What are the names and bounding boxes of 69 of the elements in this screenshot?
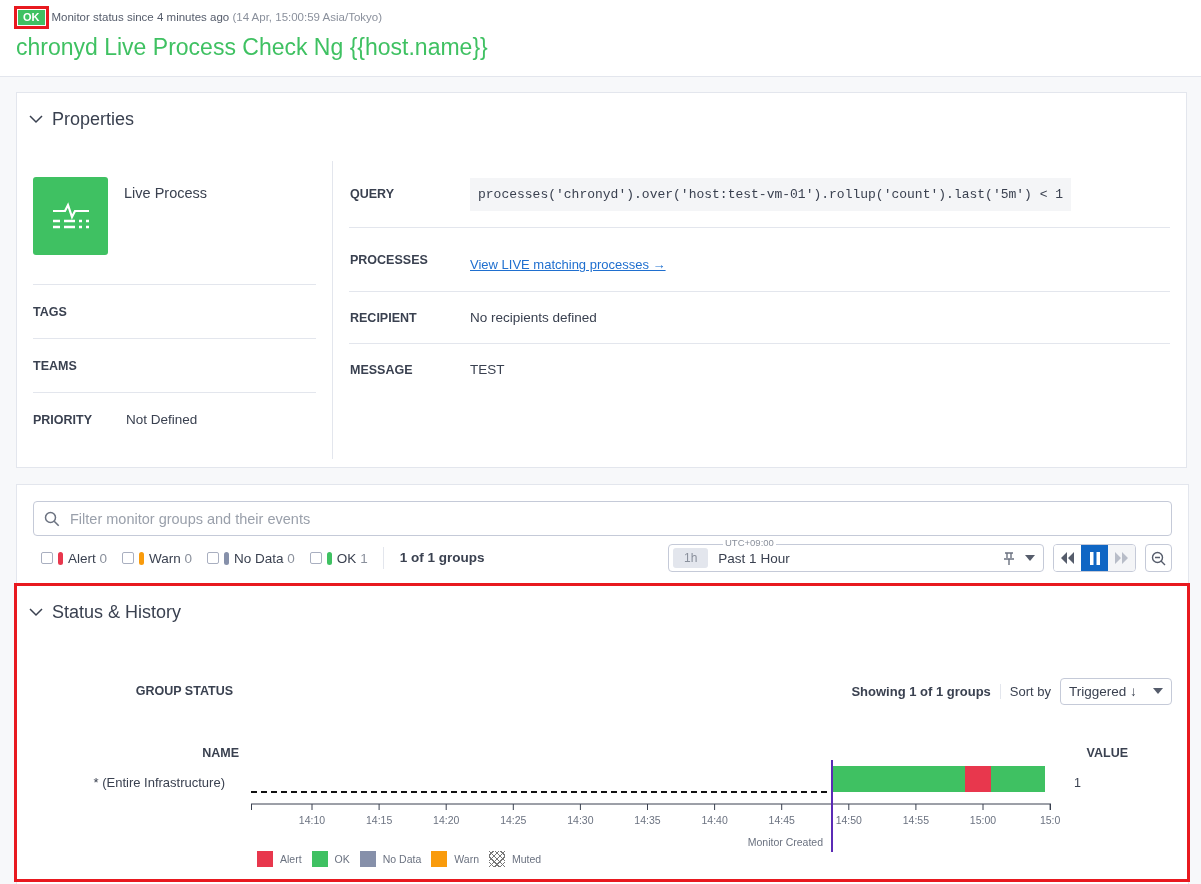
field-label: MESSAGE [350, 362, 414, 377]
time-range-value: Past 1 Hour [718, 550, 791, 566]
field-label: QUERY [350, 187, 395, 201]
field-value: No recipients defined [470, 310, 597, 325]
field-value: TEST [470, 362, 505, 377]
axis-tick: 15:00 [969, 803, 997, 826]
checkbox[interactable] [207, 552, 220, 564]
field-label: TEAMS [33, 358, 78, 373]
process-monitor-icon [33, 177, 108, 255]
checkbox[interactable] [41, 552, 53, 564]
zoom-out-icon [1151, 550, 1166, 566]
timezone-label: UTC+09:00 [723, 537, 776, 548]
axis-tick: 14:30 [567, 803, 594, 826]
monitor-title: chronyd Live Process Check Ng {{host.name}} [16, 34, 489, 61]
sort-label: Sort by [1009, 683, 1051, 699]
axis-tick: 15:0 [1039, 803, 1061, 826]
status-filter-label[interactable]: OK 1 [336, 550, 368, 566]
chevron-icon[interactable] [29, 112, 43, 126]
legend-label: Alert [280, 853, 302, 865]
chevron-icon[interactable] [29, 605, 43, 619]
filter-search-field[interactable]: Filter monitor groups and their events [33, 501, 1172, 536]
status-filter-label[interactable]: Alert 0 [68, 550, 108, 566]
search-icon [44, 510, 60, 527]
axis-tick: 14:50 [835, 803, 862, 826]
status-text: Monitor status since 4 minutes ago (14 Apr, 15:00:59 Asia/Tokyo) [51, 11, 382, 23]
pause-button[interactable] [1081, 545, 1108, 571]
legend-label: Muted [512, 853, 542, 865]
dropdown-caret-icon[interactable] [1025, 555, 1035, 561]
field-value: Not Defined [126, 412, 198, 427]
column-header: VALUE [1086, 746, 1128, 762]
field-label: TAGS [33, 304, 68, 319]
group-name: * (Entire Infrastructure) [92, 775, 225, 792]
field-label: RECIPIENT [350, 310, 418, 325]
group-count: 1 of 1 groups [382, 547, 485, 569]
section-title: Properties [52, 108, 135, 130]
legend-label: OK [334, 853, 350, 865]
rewind-icon [1061, 552, 1074, 564]
sort-dropdown[interactable]: Triggered ↓ [1060, 677, 1172, 705]
showing-count: Showing 1 of 1 groups [851, 683, 1001, 699]
pin-icon[interactable] [1003, 551, 1015, 565]
axis-tick: 14:10 [298, 803, 326, 826]
marker-label: Monitor Created [747, 836, 823, 848]
field-label: PRIORITY [33, 412, 94, 427]
axis-tick: 14:55 [902, 803, 930, 826]
axis-tick: 14:45 [768, 803, 795, 826]
axis-tick: 14:20 [433, 803, 460, 826]
legend-label: Warn [454, 853, 479, 865]
monitor-type: Live Process [124, 185, 207, 203]
checkbox[interactable] [122, 552, 135, 564]
fast-forward-icon [1115, 552, 1128, 564]
caret-icon [1153, 688, 1163, 694]
section-title: Status & History [52, 601, 182, 623]
pause-icon [1089, 551, 1100, 565]
axis-tick: 14:25 [500, 803, 527, 826]
group-status-label: GROUP STATUS [134, 684, 233, 698]
status-filter-label[interactable]: Warn 0 [149, 550, 193, 566]
column-header: NAME [201, 746, 239, 762]
range-shortcut: 1h [673, 548, 709, 568]
field-label: PROCESSES [350, 252, 429, 267]
query-code: processes('chronyd').over('host:test-vm-01').rollup('count').last('5m') < 1 [470, 177, 1072, 211]
checkbox[interactable] [309, 552, 322, 564]
status-filter-label[interactable]: No Data 0 [234, 550, 295, 566]
axis-tick: 14:40 [701, 803, 728, 826]
axis-tick: 14:15 [365, 803, 393, 826]
processes-link[interactable]: View LIVE matching processes → [470, 257, 666, 272]
axis-tick: 14:35 [634, 803, 661, 826]
zoom-out-button[interactable] [1145, 544, 1172, 572]
legend-label: No Data [382, 853, 422, 865]
group-value: 1 [1074, 776, 1081, 792]
